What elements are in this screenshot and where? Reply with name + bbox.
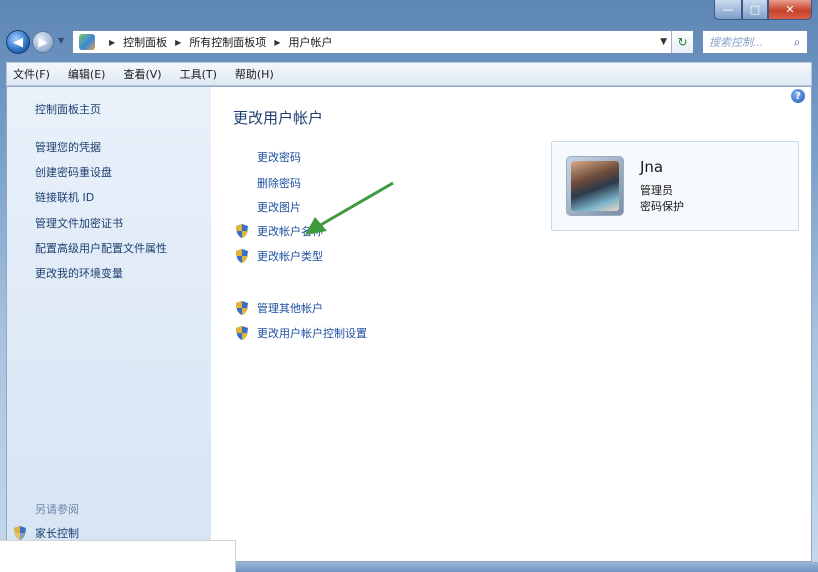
search-box[interactable]: 搜索控制... ⌕ [702, 30, 808, 54]
breadcrumb-all-items[interactable]: 所有控制面板项 [189, 34, 266, 50]
avatar [566, 156, 624, 216]
forward-button[interactable]: ▶ [32, 31, 54, 53]
change-account-type-label: 更改帐户类型 [257, 250, 323, 263]
remove-password-link[interactable]: 删除密码 [257, 175, 301, 191]
sidebar-item-manage-credentials[interactable]: 管理您的凭据 [35, 139, 101, 155]
change-account-type-link[interactable]: 更改帐户类型 [235, 248, 323, 264]
menu-view[interactable]: 查看(V) [123, 66, 161, 82]
sidebar-item-file-encryption-certs[interactable]: 管理文件加密证书 [35, 215, 123, 231]
menu-file[interactable]: 文件(F) [13, 66, 50, 82]
account-role: 管理员 [640, 184, 673, 197]
close-button[interactable]: ✕ [768, 0, 812, 20]
uac-shield-icon [235, 326, 249, 340]
control-panel-icon [79, 34, 95, 50]
sidebar-item-parental-controls[interactable]: 家长控制 [13, 525, 79, 541]
sidebar-item-link-online-id[interactable]: 链接联机 ID [35, 189, 94, 205]
breadcrumb-separator-icon[interactable]: ▶ [274, 38, 280, 47]
menu-help[interactable]: 帮助(H) [235, 66, 274, 82]
breadcrumb-separator-icon[interactable]: ▶ [109, 38, 115, 47]
annotation-arrow-icon [305, 181, 394, 235]
overlay-box [0, 540, 236, 572]
breadcrumb-control-panel[interactable]: 控制面板 [123, 34, 167, 50]
see-also-heading: 另请参阅 [35, 503, 79, 516]
account-protection-status: 密码保护 [640, 200, 684, 213]
account-card: Jna 管理员 密码保护 [551, 141, 799, 231]
help-icon[interactable]: ? [791, 89, 805, 103]
navigation-bar: ◀ ▶ ▼ ▶ 控制面板 ▶ 所有控制面板项 ▶ 用户帐户 ▼ ↻ 搜索控制..… [0, 26, 818, 60]
uac-settings-link[interactable]: 更改用户帐户控制设置 [235, 325, 367, 341]
minimize-button[interactable]: — [714, 0, 742, 20]
back-button[interactable]: ◀ [6, 30, 30, 54]
manage-other-accounts-label: 管理其他帐户 [257, 302, 323, 315]
menu-edit[interactable]: 编辑(E) [68, 66, 106, 82]
sidebar-item-control-panel-home[interactable]: 控制面板主页 [35, 101, 101, 117]
menu-tools[interactable]: 工具(T) [180, 66, 217, 82]
sidebar-item-advanced-profile-properties[interactable]: 配置高级用户配置文件属性 [35, 240, 167, 256]
avatar-picture [571, 161, 619, 211]
uac-shield-icon [235, 301, 249, 315]
refresh-button[interactable]: ↻ [671, 31, 693, 53]
uac-shield-icon [13, 526, 27, 540]
address-dropdown-icon[interactable]: ▼ [660, 37, 667, 47]
sidebar: 控制面板主页 管理您的凭据 创建密码重设盘 链接联机 ID 管理文件加密证书 配… [7, 87, 211, 561]
change-picture-link[interactable]: 更改图片 [257, 199, 301, 215]
uac-settings-label: 更改用户帐户控制设置 [257, 327, 367, 340]
change-password-link[interactable]: 更改密码 [257, 149, 301, 165]
address-bar[interactable]: ▶ 控制面板 ▶ 所有控制面板项 ▶ 用户帐户 ▼ ↻ [72, 30, 694, 54]
parental-controls-label: 家长控制 [35, 527, 79, 540]
caption-buttons: — □ ✕ [714, 0, 812, 20]
sidebar-item-environment-variables[interactable]: 更改我的环境变量 [35, 265, 123, 281]
content-area: 控制面板主页 管理您的凭据 创建密码重设盘 链接联机 ID 管理文件加密证书 配… [6, 86, 812, 562]
menu-bar: 文件(F) 编辑(E) 查看(V) 工具(T) 帮助(H) [6, 62, 812, 86]
search-input[interactable]: 搜索控制... [709, 34, 787, 50]
history-dropdown-icon[interactable]: ▼ [58, 36, 64, 45]
sidebar-item-password-reset-disk[interactable]: 创建密码重设盘 [35, 164, 112, 180]
search-icon[interactable]: ⌕ [787, 35, 807, 50]
account-name: Jna [640, 158, 664, 176]
manage-other-accounts-link[interactable]: 管理其他帐户 [235, 300, 323, 316]
breadcrumb-separator-icon[interactable]: ▶ [175, 38, 181, 47]
uac-shield-icon [235, 249, 249, 263]
uac-shield-icon [235, 224, 249, 238]
breadcrumb-user-accounts[interactable]: 用户帐户 [288, 34, 332, 50]
page-title: 更改用户帐户 [233, 109, 324, 127]
maximize-button[interactable]: □ [742, 0, 768, 20]
